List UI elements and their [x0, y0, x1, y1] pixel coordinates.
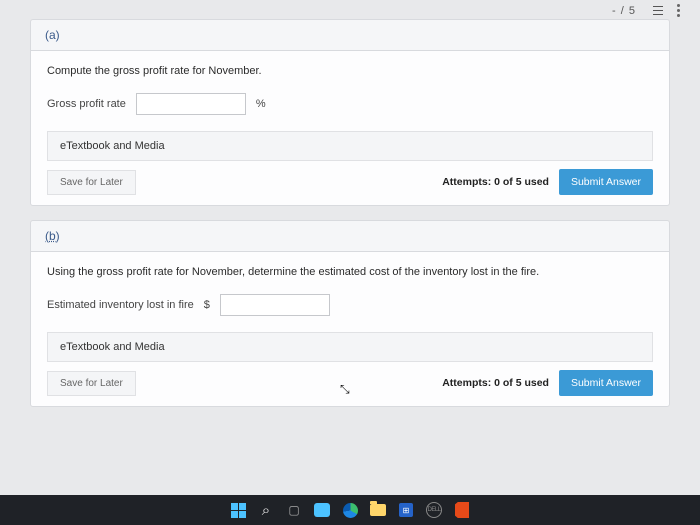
etextbook-link-b[interactable]: eTextbook and Media	[47, 332, 653, 362]
part-a-label: (a)	[30, 19, 670, 50]
file-explorer-icon[interactable]	[369, 501, 387, 519]
windows-start-icon[interactable]	[229, 501, 247, 519]
currency-symbol: $	[204, 299, 210, 311]
part-b-footer: Save for Later Attempts: 0 of 5 used Sub…	[47, 370, 653, 396]
kebab-menu-icon[interactable]	[677, 4, 680, 17]
task-view-icon[interactable]	[285, 501, 303, 519]
etextbook-link-a[interactable]: eTextbook and Media	[47, 131, 653, 161]
part-a-input-row: Gross profit rate %	[47, 93, 653, 115]
score-indicator: - / 5	[612, 5, 636, 17]
search-icon[interactable]	[257, 501, 275, 519]
main-content: (a) Compute the gross profit rate for No…	[0, 19, 700, 407]
part-a-footer: Save for Later Attempts: 0 of 5 used Sub…	[47, 169, 653, 195]
part-a-question: Compute the gross profit rate for Novemb…	[47, 65, 653, 77]
windows-taskbar: ⊞ DELL	[0, 495, 700, 525]
attempts-a: Attempts: 0 of 5 used	[442, 176, 549, 188]
inventory-lost-label: Estimated inventory lost in fire	[47, 299, 194, 311]
inventory-lost-input[interactable]	[220, 294, 330, 316]
attempts-b: Attempts: 0 of 5 used	[442, 377, 549, 389]
part-b-card: Using the gross profit rate for November…	[30, 251, 670, 407]
save-for-later-a[interactable]: Save for Later	[47, 170, 136, 195]
list-icon[interactable]	[650, 6, 663, 16]
submit-answer-a[interactable]: Submit Answer	[559, 169, 653, 195]
top-toolbar: - / 5	[0, 0, 700, 19]
microsoft-store-icon[interactable]: ⊞	[397, 501, 415, 519]
part-b-question: Using the gross profit rate for November…	[47, 266, 653, 278]
edge-browser-icon[interactable]	[341, 501, 359, 519]
office-icon[interactable]	[453, 501, 471, 519]
dell-icon[interactable]: DELL	[425, 501, 443, 519]
part-a-card: Compute the gross profit rate for Novemb…	[30, 50, 670, 206]
save-for-later-b[interactable]: Save for Later	[47, 371, 136, 396]
percent-unit: %	[256, 98, 266, 110]
chat-icon[interactable]	[313, 501, 331, 519]
part-b-input-row: Estimated inventory lost in fire $	[47, 294, 653, 316]
submit-answer-b[interactable]: Submit Answer	[559, 370, 653, 396]
part-b-label: (b)	[30, 220, 670, 251]
gross-profit-label: Gross profit rate	[47, 98, 126, 110]
gross-profit-input[interactable]	[136, 93, 246, 115]
